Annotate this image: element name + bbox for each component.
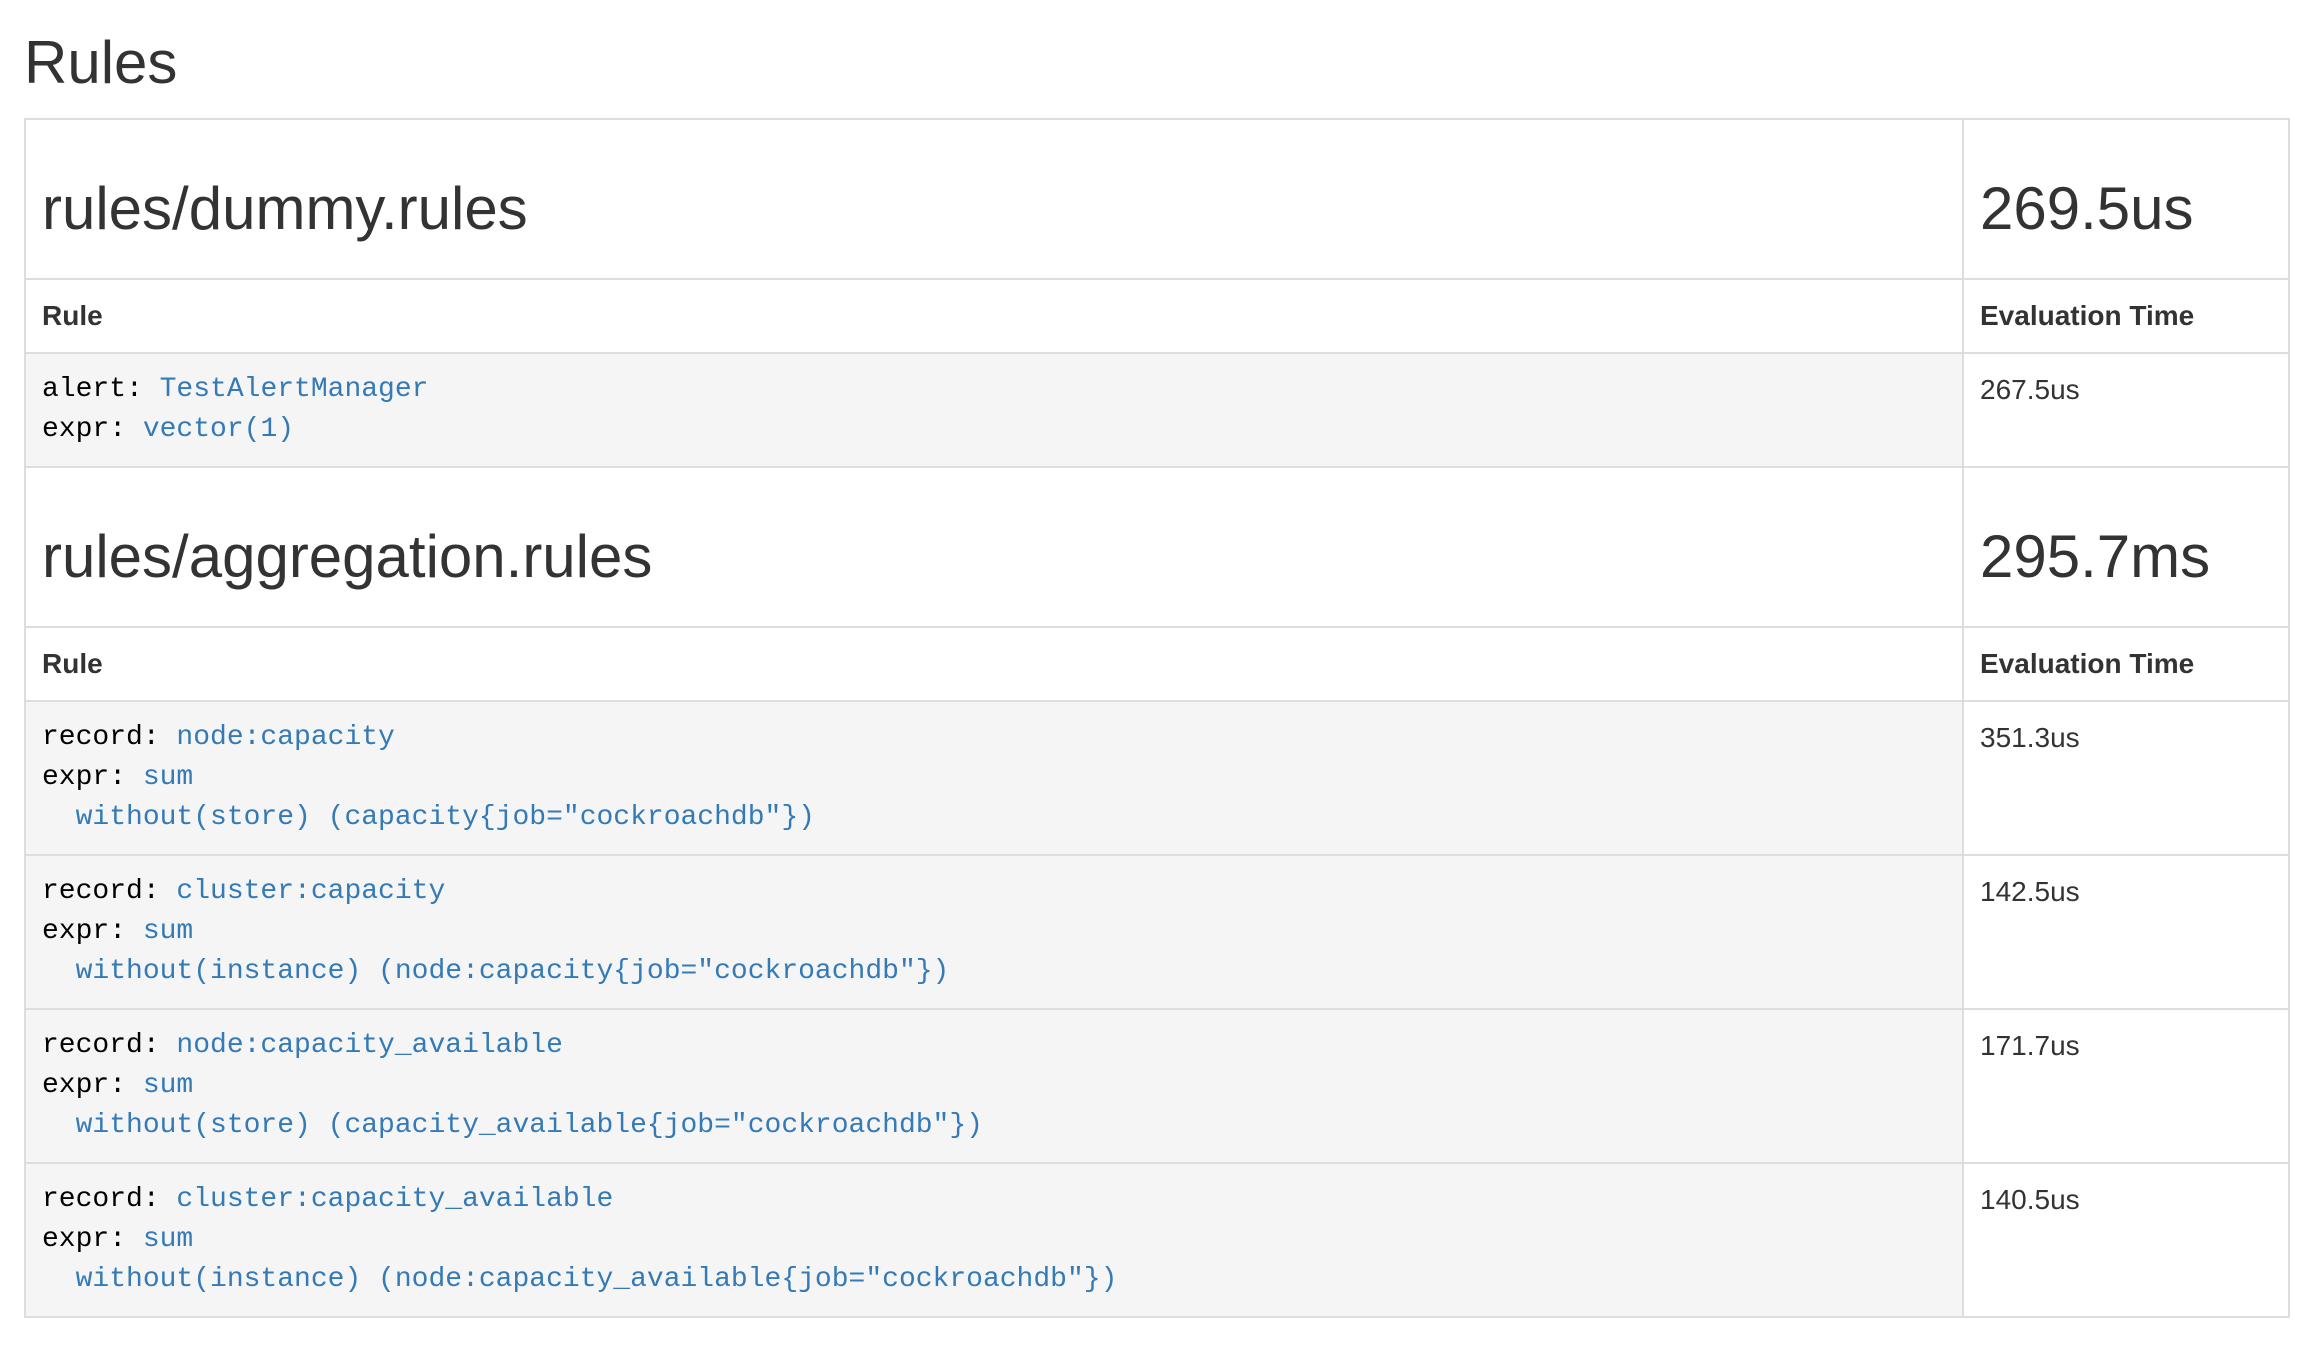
rule-code: alert: TestAlertManager expr: vector(1) [42, 370, 1946, 450]
rule-keyword: record: [42, 876, 176, 907]
rule-name-link[interactable]: node:capacity_available [176, 1030, 562, 1061]
rule-name-link[interactable]: TestAlertManager [160, 374, 429, 405]
rule-group-header-row: rules/aggregation.rules 295.7ms [25, 467, 2289, 627]
rule-group-evaluation-time: 269.5us [1980, 176, 2272, 242]
rule-group-evaluation-time: 295.7ms [1980, 524, 2272, 590]
rule-evaluation-time: 140.5us [1963, 1163, 2289, 1317]
rule-name-link[interactable]: cluster:capacity [176, 876, 445, 907]
rule-keyword: record: [42, 1184, 176, 1215]
rule-code: record: node:capacity_available expr: su… [42, 1026, 1946, 1146]
rule-row: record: cluster:capacity expr: sum witho… [25, 855, 2289, 1009]
rule-code-cell: record: node:capacity expr: sum without(… [25, 701, 1963, 855]
rule-expr-link[interactable]: sum without(store) (capacity{job="cockro… [42, 762, 815, 833]
rule-keyword: expr: [42, 414, 143, 445]
rule-row: record: node:capacity_available expr: su… [25, 1009, 2289, 1163]
rule-code: record: cluster:capacity expr: sum witho… [42, 872, 1946, 992]
rule-code-cell: alert: TestAlertManager expr: vector(1) [25, 353, 1963, 467]
rule-evaluation-time: 267.5us [1963, 353, 2289, 467]
rule-evaluation-time: 171.7us [1963, 1009, 2289, 1163]
page-title: Rules [24, 30, 2290, 96]
rule-evaluation-time: 351.3us [1963, 701, 2289, 855]
rule-column-header-cell: Rule [25, 279, 1963, 353]
rule-keyword: alert: [42, 374, 160, 405]
rule-evaluation-time: 142.5us [1963, 855, 2289, 1009]
rule-name-link[interactable]: node:capacity [176, 722, 394, 753]
rule-group-evaluation-time-cell: 295.7ms [1963, 467, 2289, 627]
rule-column-header-cell: Rule [25, 627, 1963, 701]
rule-expr-link[interactable]: sum without(instance) (node:capacity_ava… [42, 1224, 1117, 1295]
rule-group-header-row: rules/dummy.rules 269.5us [25, 119, 2289, 279]
rule-row: record: node:capacity expr: sum without(… [25, 701, 2289, 855]
rule-keyword: expr: [42, 1070, 143, 1101]
rules-table: rules/dummy.rules 269.5us Rule Evaluatio… [24, 118, 2290, 1318]
rules-page: { "page": { "title": "Rules" }, "colors"… [0, 30, 2316, 1352]
evaluation-time-column-header-cell: Evaluation Time [1963, 279, 2289, 353]
rule-group-name-cell: rules/dummy.rules [25, 119, 1963, 279]
rule-keyword: record: [42, 1030, 176, 1061]
rule-code-cell: record: node:capacity_available expr: su… [25, 1009, 1963, 1163]
rule-keyword: expr: [42, 762, 143, 793]
rule-name-link[interactable]: cluster:capacity_available [176, 1184, 613, 1215]
column-header-row: Rule Evaluation Time [25, 627, 2289, 701]
rule-group-name: rules/aggregation.rules [42, 524, 1946, 590]
evaluation-time-column-header: Evaluation Time [1980, 300, 2194, 331]
rule-expr-link[interactable]: sum without(instance) (node:capacity{job… [42, 916, 949, 987]
evaluation-time-column-header: Evaluation Time [1980, 648, 2194, 679]
rule-column-header: Rule [42, 648, 103, 679]
rule-keyword: expr: [42, 1224, 143, 1255]
rule-expr-link[interactable]: vector(1) [143, 414, 294, 445]
rule-code-cell: record: cluster:capacity expr: sum witho… [25, 855, 1963, 1009]
rule-code-cell: record: cluster:capacity_available expr:… [25, 1163, 1963, 1317]
column-header-row: Rule Evaluation Time [25, 279, 2289, 353]
rule-row: record: cluster:capacity_available expr:… [25, 1163, 2289, 1317]
rule-column-header: Rule [42, 300, 103, 331]
rule-expr-link[interactable]: sum without(store) (capacity_available{j… [42, 1070, 983, 1141]
rule-code: record: node:capacity expr: sum without(… [42, 718, 1946, 838]
rule-keyword: record: [42, 722, 176, 753]
evaluation-time-column-header-cell: Evaluation Time [1963, 627, 2289, 701]
rule-group-name-cell: rules/aggregation.rules [25, 467, 1963, 627]
rule-keyword: expr: [42, 916, 143, 947]
rules-table-body: rules/dummy.rules 269.5us Rule Evaluatio… [25, 119, 2289, 1317]
rule-row: alert: TestAlertManager expr: vector(1) … [25, 353, 2289, 467]
rule-group-name: rules/dummy.rules [42, 176, 1946, 242]
rule-code: record: cluster:capacity_available expr:… [42, 1180, 1946, 1300]
rule-group-evaluation-time-cell: 269.5us [1963, 119, 2289, 279]
